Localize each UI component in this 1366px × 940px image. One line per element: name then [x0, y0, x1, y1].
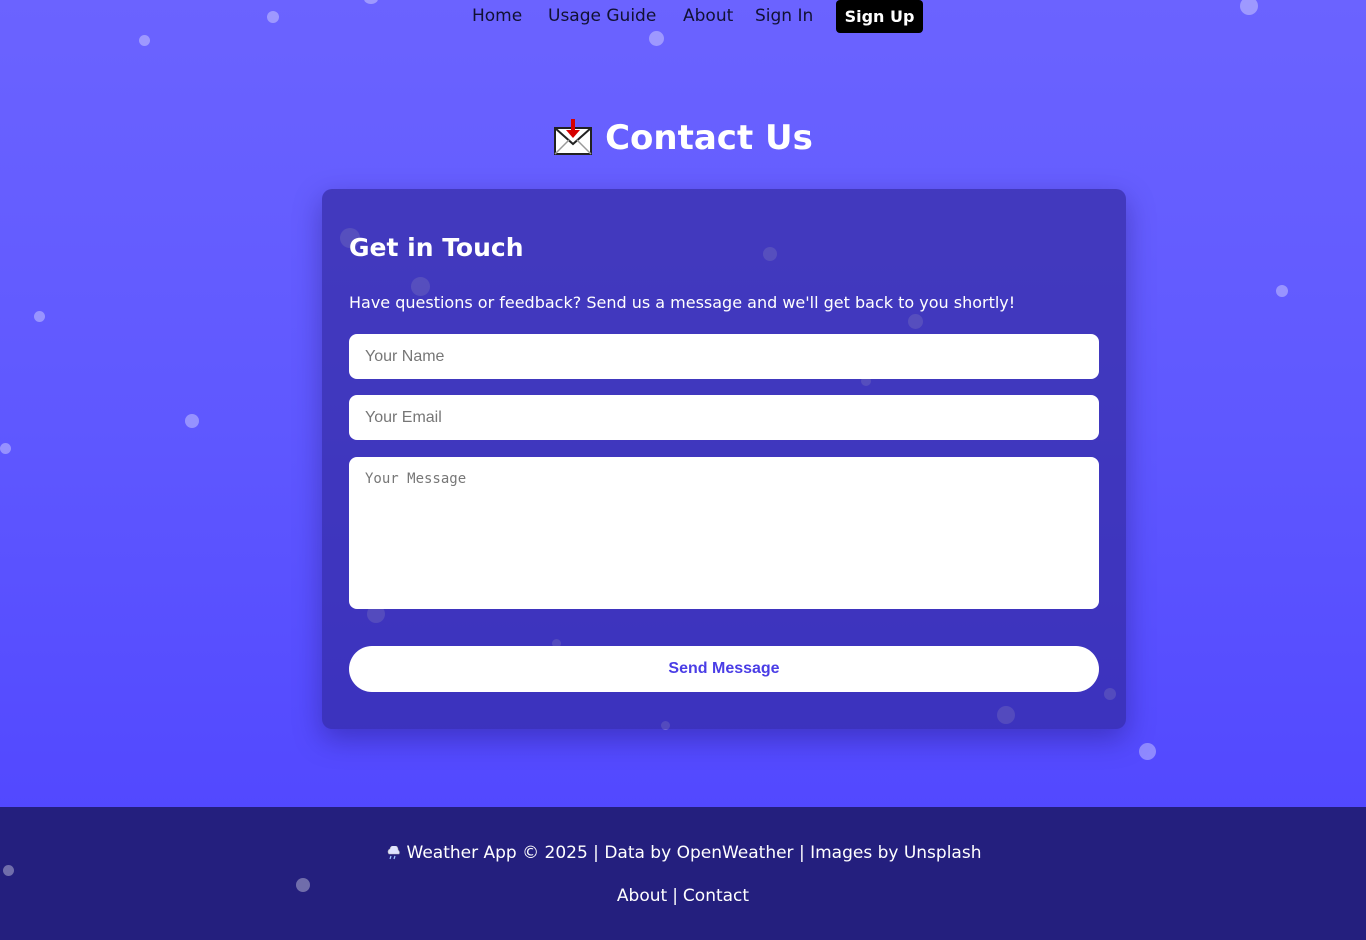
nav-sign-up-button[interactable]: Sign Up	[836, 0, 923, 33]
card-heading: Get in Touch	[349, 233, 524, 262]
incoming-envelope-icon	[554, 119, 593, 155]
nav-usage-guide-link[interactable]: Usage Guide	[548, 6, 656, 26]
page-title-text: Contact Us	[605, 118, 813, 158]
footer-links: About | Contact	[0, 886, 1366, 906]
name-input[interactable]	[349, 334, 1099, 379]
message-textarea[interactable]	[349, 457, 1099, 609]
bubble	[185, 414, 199, 428]
footer-credits-line: Weather App © 2025 | Data by OpenWeather…	[0, 843, 1366, 863]
footer-about-link[interactable]: About	[617, 886, 667, 906]
bubble	[1276, 285, 1288, 297]
footer: Weather App © 2025 | Data by OpenWeather…	[0, 807, 1366, 940]
contact-card: Get in Touch Have questions or feedback?…	[322, 189, 1126, 729]
top-nav: Home Usage Guide About Sign In Sign Up	[0, 0, 1366, 40]
bubble	[34, 311, 45, 322]
footer-credits-text: Weather App © 2025 | Data by OpenWeather…	[406, 843, 982, 863]
nav-about-link[interactable]: About	[683, 6, 733, 26]
nav-home-link[interactable]: Home	[472, 6, 522, 26]
send-message-button[interactable]: Send Message	[349, 646, 1099, 692]
bubble	[1139, 743, 1156, 760]
cloud-rain-icon	[387, 846, 400, 860]
bubble	[3, 865, 14, 876]
footer-separator: |	[672, 886, 678, 906]
card-description: Have questions or feedback? Send us a me…	[349, 293, 1016, 312]
nav-sign-in-link[interactable]: Sign In	[755, 6, 813, 26]
page-title: Contact Us	[0, 118, 1366, 158]
footer-contact-link[interactable]: Contact	[683, 886, 749, 906]
email-input[interactable]	[349, 395, 1099, 440]
bubble	[0, 443, 11, 454]
